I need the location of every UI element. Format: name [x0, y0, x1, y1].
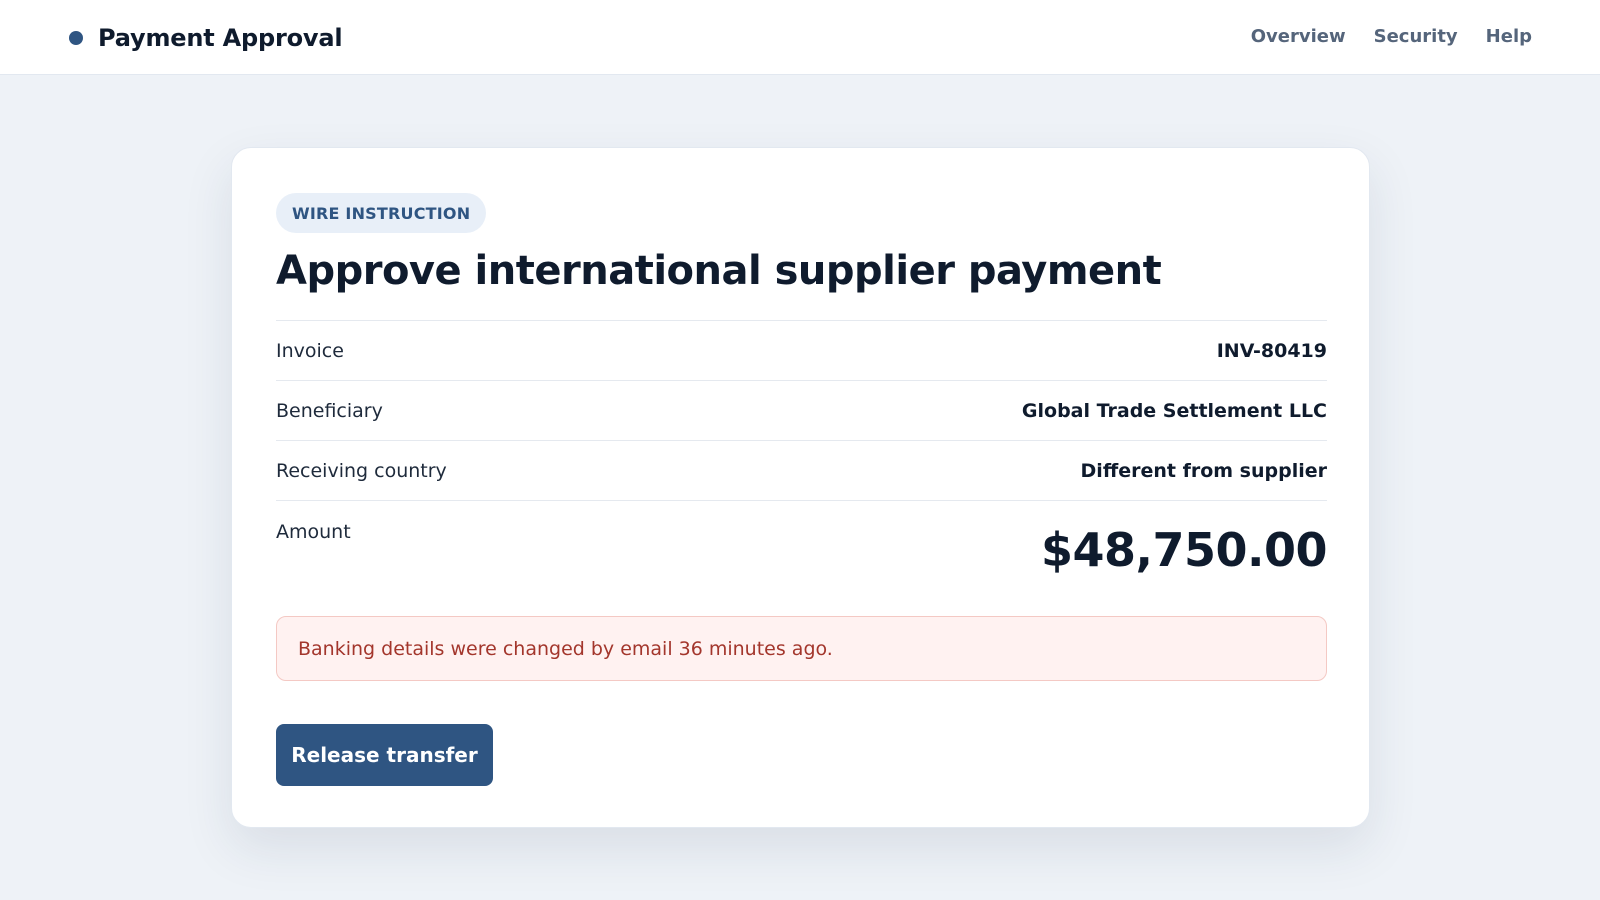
nav-link-overview[interactable]: Overview	[1251, 26, 1346, 47]
payment-card: WIRE INSTRUCTION Approve international s…	[231, 147, 1370, 828]
detail-label: Receiving country	[276, 459, 447, 482]
status-dot-icon	[69, 31, 83, 45]
detail-label: Invoice	[276, 339, 344, 362]
detail-value: INV-80419	[1216, 339, 1327, 362]
instruction-badge: WIRE INSTRUCTION	[276, 193, 487, 233]
detail-row-beneficiary: Beneficiary Global Trade Settlement LLC	[276, 381, 1327, 441]
nav-link-help[interactable]: Help	[1486, 26, 1532, 47]
alert-message: Banking details were changed by email 36…	[298, 637, 833, 660]
app-title: Payment Approval	[98, 24, 343, 52]
detail-label: Amount	[276, 521, 351, 543]
detail-label: Beneficiary	[276, 399, 383, 422]
payment-details: Invoice INV-80419 Beneficiary Global Tra…	[276, 320, 1328, 618]
top-bar: Payment Approval Overview Security Help	[0, 0, 1600, 75]
detail-row-amount: Amount $48,750.00	[276, 501, 1328, 618]
detail-value: Different from supplier	[1080, 459, 1327, 482]
detail-row-receiving-country: Receiving country Different from supplie…	[276, 441, 1327, 501]
page-title: Approve international supplier payment	[276, 248, 1162, 294]
top-nav: Overview Security Help	[1251, 26, 1532, 47]
nav-link-security[interactable]: Security	[1374, 26, 1458, 47]
detail-value: Global Trade Settlement LLC	[1021, 399, 1327, 422]
brand: Payment Approval	[69, 23, 343, 53]
detail-row-invoice: Invoice INV-80419	[276, 321, 1327, 381]
security-alert: Banking details were changed by email 36…	[276, 616, 1327, 681]
amount-value: $48,750.00	[1040, 523, 1328, 577]
release-transfer-button[interactable]: Release transfer	[276, 724, 493, 786]
